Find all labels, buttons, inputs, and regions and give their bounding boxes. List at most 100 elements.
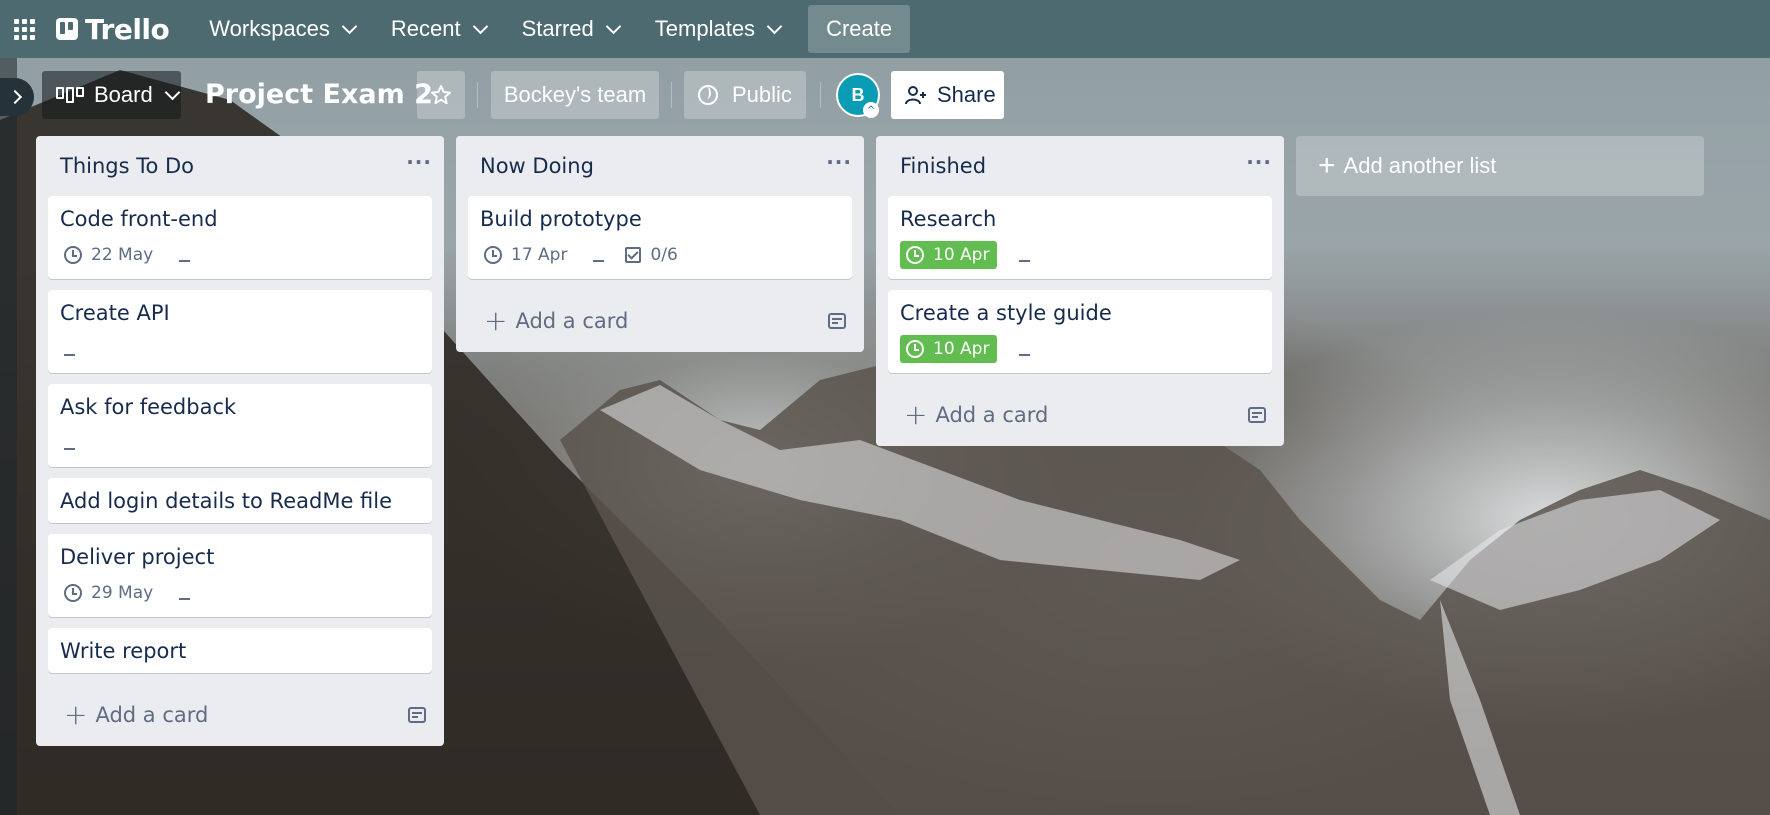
list-menu-button[interactable]: ··· [406, 150, 432, 182]
add-card-button[interactable]: + Add a card [64, 701, 209, 729]
card-container: Build prototype 17 Apr 0/6 [456, 196, 864, 279]
description-icon [175, 586, 193, 600]
nav-recent-dropdown[interactable]: Recent [373, 8, 504, 50]
chevron-down-icon [766, 18, 783, 34]
list-menu-button[interactable]: ··· [1246, 150, 1272, 182]
card-title: Ask for feedback [60, 395, 237, 419]
chevron-right-icon [7, 89, 23, 105]
card[interactable]: Write report [48, 628, 432, 673]
due-date-badge[interactable]: 22 May [60, 243, 157, 267]
list-things-to-do: Things To Do ··· Code front-end 22 May C… [36, 136, 444, 746]
clock-icon [906, 246, 924, 264]
nav-workspaces-dropdown[interactable]: Workspaces [191, 8, 373, 50]
card-badges: 22 May [60, 240, 420, 270]
admin-chevron-icon: ^ [863, 102, 879, 118]
description-icon [1015, 342, 1033, 356]
list-footer: + Add a card [456, 290, 864, 352]
add-card-label: Add a card [95, 703, 209, 727]
add-card-label: Add a card [515, 309, 629, 333]
card-badges: 17 Apr 0/6 [480, 240, 840, 270]
card-title: Build prototype [480, 207, 642, 231]
card[interactable]: Code front-end 22 May [48, 196, 432, 279]
trello-logo-icon [56, 18, 78, 40]
checklist-icon [625, 247, 642, 263]
due-date-badge[interactable]: 29 May [60, 581, 157, 605]
list-footer: + Add a card [36, 684, 444, 746]
list-title[interactable]: Things To Do [60, 154, 194, 178]
add-member-icon [905, 86, 926, 105]
add-another-list-button[interactable]: + Add another list [1296, 136, 1704, 196]
description-icon [60, 342, 78, 356]
card[interactable]: Research 10 Apr [888, 196, 1272, 279]
divider [477, 82, 478, 108]
card[interactable]: Add login details to ReadMe file [48, 478, 432, 523]
list-menu-button[interactable]: ··· [826, 150, 852, 182]
clock-icon [64, 584, 82, 602]
board-view-icon [56, 87, 84, 103]
plus-icon: + [484, 304, 508, 337]
description-icon [60, 436, 78, 450]
create-from-template-icon[interactable] [408, 707, 426, 723]
chevron-down-icon [341, 18, 358, 34]
due-date-text: 10 Apr [933, 339, 990, 359]
list-title[interactable]: Finished [900, 154, 986, 178]
nav-templates-dropdown[interactable]: Templates [637, 8, 798, 50]
card-badges [60, 428, 420, 458]
card-badges: 10 Apr [900, 334, 1260, 364]
create-from-template-icon[interactable] [828, 313, 846, 329]
card-title: Deliver project [60, 545, 215, 569]
card-badges: 10 Apr [900, 240, 1260, 270]
card[interactable]: Ask for feedback [48, 384, 432, 467]
share-label: Share [937, 82, 996, 107]
clock-icon [906, 340, 924, 358]
create-button[interactable]: Create [808, 5, 911, 53]
trello-logo[interactable]: Trello [56, 12, 170, 46]
due-date-text: 29 May [91, 583, 154, 603]
globe-icon [698, 85, 718, 105]
card[interactable]: Deliver project 29 May [48, 534, 432, 617]
plus-icon: + [904, 398, 928, 431]
star-icon [431, 85, 451, 105]
nav-label: Workspaces [209, 16, 330, 41]
card[interactable]: Create API [48, 290, 432, 373]
list-title[interactable]: Now Doing [480, 154, 594, 178]
chevron-down-icon [605, 18, 622, 34]
board-header: Board Project Exam 2 Bockey's team Publi… [0, 70, 1770, 120]
card-title: Create API [60, 301, 170, 325]
create-from-template-icon[interactable] [1248, 407, 1266, 423]
due-date-text: 17 Apr [511, 245, 568, 265]
star-board-button[interactable] [417, 71, 465, 119]
due-date-badge[interactable]: 17 Apr [480, 243, 571, 267]
card-title: Add login details to ReadMe file [60, 489, 393, 513]
due-date-complete-badge[interactable]: 10 Apr [900, 335, 998, 363]
share-button[interactable]: Share [891, 71, 1004, 119]
add-card-button[interactable]: + Add a card [484, 304, 629, 337]
card-container: Code front-end 22 May Create API Ask for… [36, 196, 444, 673]
card-title: Research [900, 207, 997, 231]
checklist-count: 0/6 [650, 245, 678, 265]
visibility-button[interactable]: Public [684, 71, 806, 119]
chevron-down-icon [164, 84, 180, 100]
card[interactable]: Build prototype 17 Apr 0/6 [468, 196, 852, 279]
checklist-badge: 0/6 [625, 245, 678, 265]
app-switcher-icon[interactable] [12, 17, 36, 41]
board-view-switcher[interactable]: Board [42, 71, 181, 119]
workspace-button[interactable]: Bockey's team [491, 71, 659, 119]
due-date-text: 22 May [91, 245, 154, 265]
collapsed-sidebar [0, 58, 17, 815]
nav-starred-dropdown[interactable]: Starred [504, 8, 637, 50]
divider [671, 82, 672, 108]
due-date-complete-badge[interactable]: 10 Apr [900, 241, 998, 269]
card[interactable]: Create a style guide 10 Apr [888, 290, 1272, 373]
card-title: Code front-end [60, 207, 218, 231]
nav-label: Starred [521, 16, 594, 41]
add-card-button[interactable]: + Add a card [904, 398, 1049, 431]
card-badges: 29 May [60, 578, 420, 608]
board-title[interactable]: Project Exam 2 [205, 75, 433, 115]
logo-text: Trello [85, 12, 170, 46]
add-card-label: Add a card [935, 403, 1049, 427]
divider [820, 82, 821, 108]
list-finished: Finished ··· Research 10 Apr Create a st… [876, 136, 1284, 446]
list-footer: + Add a card [876, 384, 1284, 446]
expand-sidebar-button[interactable] [0, 78, 34, 116]
